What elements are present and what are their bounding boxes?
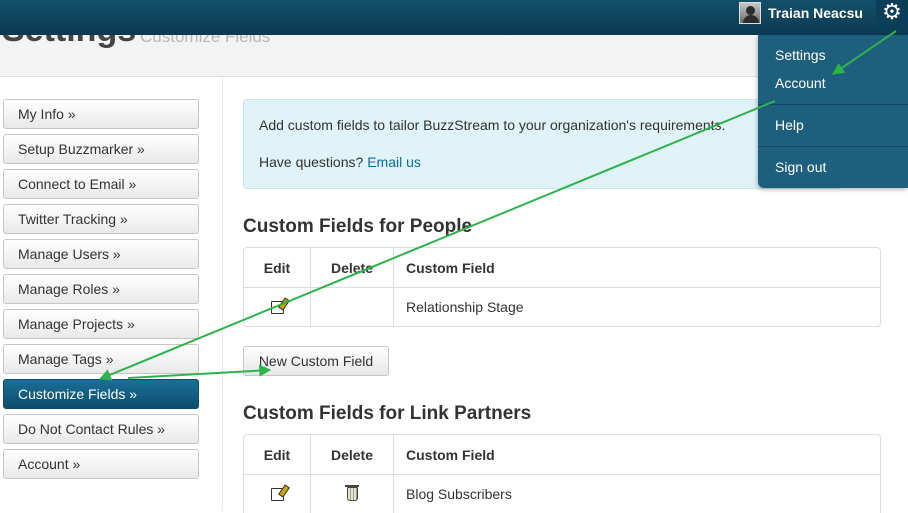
info-text: Add custom fields to tailor BuzzStream t…	[259, 117, 726, 133]
sidebar-item-account[interactable]: Account »	[3, 449, 199, 479]
page-title: Settings	[2, 35, 136, 50]
col-edit-header: Edit	[244, 435, 311, 474]
gear-icon[interactable]: ⚙	[876, 0, 908, 30]
menu-item-settings[interactable]: Settings	[775, 47, 826, 63]
sidebar-item-manage-roles[interactable]: Manage Roles »	[3, 274, 199, 304]
page-subtitle: Customize Fields	[140, 35, 271, 46]
field-name: Blog Subscribers	[406, 486, 512, 502]
trash-icon[interactable]	[344, 485, 359, 501]
table-row: Blog Subscribers	[244, 474, 880, 513]
settings-sidebar: My Info » Setup Buzzmarker » Connect to …	[3, 99, 199, 484]
edit-icon[interactable]	[270, 300, 284, 314]
col-edit-header: Edit	[244, 248, 311, 287]
partners-fields-table: Edit Delete Custom Field Blog Subscriber…	[243, 434, 881, 513]
col-delete-header: Delete	[311, 435, 394, 474]
table-header-row: Edit Delete Custom Field	[244, 435, 880, 474]
edit-cell	[244, 475, 311, 513]
col-delete-header: Delete	[311, 248, 394, 287]
menu-divider	[758, 104, 908, 105]
column-divider	[222, 77, 223, 511]
menu-divider	[758, 146, 908, 147]
avatar	[739, 2, 761, 24]
sidebar-item-my-info[interactable]: My Info »	[3, 99, 199, 129]
sidebar-item-manage-users[interactable]: Manage Users »	[3, 239, 199, 269]
people-fields-table: Edit Delete Custom Field Relationship St…	[243, 247, 881, 327]
sidebar-item-manage-projects[interactable]: Manage Projects »	[3, 309, 199, 339]
sidebar-item-customize-fields[interactable]: Customize Fields »	[3, 379, 199, 409]
edit-icon[interactable]	[270, 487, 284, 501]
sidebar-item-manage-tags[interactable]: Manage Tags »	[3, 344, 199, 374]
user-name: Traian Neacsu	[768, 5, 863, 21]
field-name: Relationship Stage	[406, 299, 524, 315]
sidebar-item-setup-buzzmarker[interactable]: Setup Buzzmarker »	[3, 134, 199, 164]
new-custom-field-button[interactable]: New Custom Field	[243, 346, 389, 376]
question-label: Have questions?	[259, 154, 364, 170]
info-box: Add custom fields to tailor BuzzStream t…	[243, 99, 843, 189]
people-section-title: Custom Fields for People	[243, 216, 473, 237]
delete-cell	[311, 475, 394, 513]
menu-item-help[interactable]: Help	[775, 117, 804, 133]
col-field-header: Custom Field	[406, 446, 495, 463]
user-dropdown-menu: Settings Account Help Sign out	[758, 35, 908, 188]
edit-cell	[244, 288, 311, 326]
email-us-link[interactable]: Email us	[367, 154, 421, 170]
col-field-header: Custom Field	[406, 259, 495, 276]
partners-section-title: Custom Fields for Link Partners	[243, 403, 532, 424]
table-header-row: Edit Delete Custom Field	[244, 248, 880, 287]
menu-item-account[interactable]: Account	[775, 75, 826, 91]
user-menu-trigger[interactable]: Traian Neacsu	[739, 1, 863, 25]
table-row: Relationship Stage	[244, 287, 880, 326]
delete-cell	[311, 288, 394, 326]
sidebar-item-twitter-tracking[interactable]: Twitter Tracking »	[3, 204, 199, 234]
menu-item-sign-out[interactable]: Sign out	[775, 159, 826, 175]
info-question: Have questions? Email us	[259, 154, 421, 170]
sidebar-item-connect-email[interactable]: Connect to Email »	[3, 169, 199, 199]
sidebar-item-do-not-contact[interactable]: Do Not Contact Rules »	[3, 414, 199, 444]
